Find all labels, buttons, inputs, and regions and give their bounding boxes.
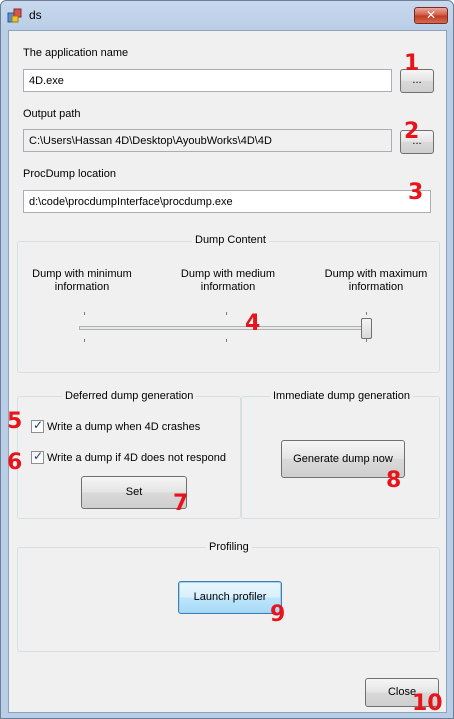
app-icon — [7, 8, 22, 23]
annotation-8: 8 — [386, 468, 402, 493]
slider-tick — [226, 339, 227, 342]
annotation-1: 1 — [404, 51, 420, 76]
level-maximum-line2: information — [348, 281, 404, 293]
annotation-10: 10 — [412, 691, 443, 716]
title-bar[interactable]: ds ✕ — [1, 1, 453, 29]
output-path-input[interactable]: C:\Users\Hassan 4D\Desktop\AyoubWorks\4D… — [23, 129, 392, 152]
dump-content-group — [17, 241, 440, 373]
crash-dump-label[interactable]: Write a dump when 4D crashes — [47, 421, 200, 433]
checkmark-icon: ✓ — [33, 418, 44, 432]
procdump-location-input[interactable]: d:\code\procdumpInterface\procdump.exe — [23, 190, 431, 213]
output-path-label: Output path — [23, 108, 81, 120]
checkmark-icon: ✓ — [33, 449, 44, 463]
annotation-6: 6 — [7, 450, 23, 475]
app-name-label: The application name — [23, 47, 129, 59]
launch-profiler-button[interactable]: Launch profiler — [178, 581, 282, 614]
slider-tick — [226, 312, 227, 315]
no-respond-dump-checkbox[interactable]: ✓ — [31, 449, 44, 464]
dump-content-title: Dump Content — [192, 234, 269, 246]
slider-track — [79, 326, 371, 330]
dialog-client-area: The application name 4D.exe ... 1 Output… — [7, 30, 447, 716]
annotation-5: 5 — [7, 409, 23, 434]
annotation-3: 3 — [408, 180, 424, 205]
close-icon: ✕ — [425, 8, 437, 22]
profiling-title: Profiling — [206, 541, 252, 553]
procdump-label: ProcDump location — [23, 168, 116, 180]
level-maximum-line1: Dump with maximum — [324, 268, 428, 280]
annotation-9: 9 — [270, 602, 286, 627]
annotation-7: 7 — [173, 491, 189, 516]
immediate-dump-title: Immediate dump generation — [270, 390, 413, 402]
slider-tick — [366, 339, 367, 342]
level-minimum-line2: information — [54, 281, 110, 293]
app-name-input[interactable]: 4D.exe — [23, 69, 392, 92]
level-medium-line2: information — [200, 281, 256, 293]
window-title: ds — [29, 8, 42, 22]
slider-tick — [84, 312, 85, 315]
annotation-2: 2 — [404, 119, 420, 144]
dialog-window: ds ✕ The application name 4D.exe ... 1 O… — [0, 0, 454, 719]
slider-tick — [84, 339, 85, 342]
window-close-button[interactable]: ✕ — [414, 7, 448, 24]
level-medium-line1: Dump with medium — [180, 268, 276, 280]
annotation-4: 4 — [245, 311, 261, 336]
level-minimum-line1: Dump with minimum — [32, 268, 132, 280]
no-respond-dump-label[interactable]: Write a dump if 4D does not respond — [47, 452, 226, 464]
set-button[interactable]: Set — [81, 476, 187, 509]
crash-dump-checkbox[interactable]: ✓ — [31, 418, 44, 433]
slider-thumb[interactable] — [361, 318, 372, 339]
deferred-dump-title: Deferred dump generation — [62, 390, 197, 402]
slider-tick — [366, 312, 367, 315]
